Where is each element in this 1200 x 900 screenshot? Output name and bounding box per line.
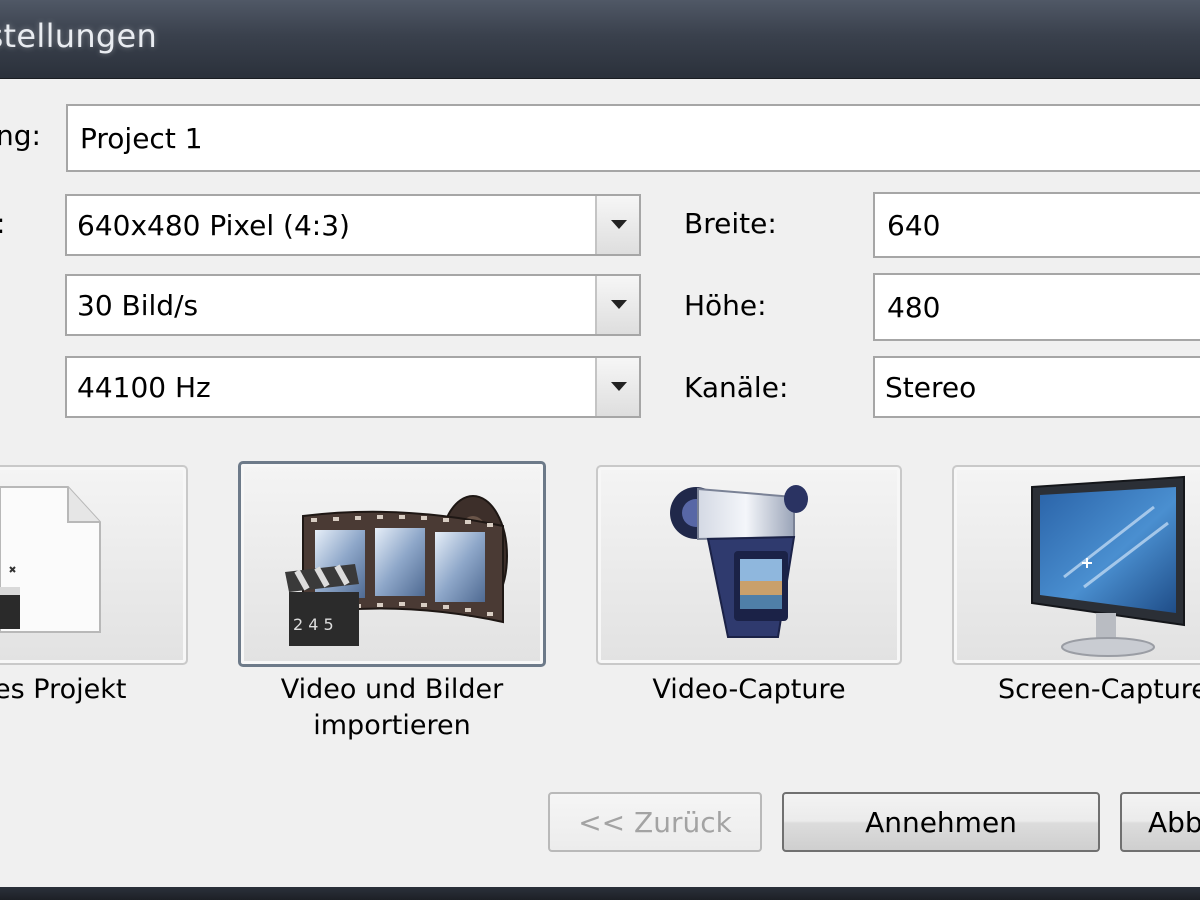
tile-screen-capture[interactable] (952, 465, 1200, 665)
title-bar[interactable]: nstellungen (0, 0, 1200, 79)
tile-import-caption-line2: importieren (313, 710, 471, 741)
monitor-icon (1031, 475, 1185, 657)
tile-screen-capture-caption: Screen-Capture (998, 674, 1200, 705)
tile-video-capture-caption: Video-Capture (652, 674, 846, 705)
cancel-button[interactable]: Abb (1120, 792, 1200, 852)
back-button[interactable]: << Zurück (548, 792, 762, 852)
framerate-value: 30 Bild/s (77, 288, 199, 322)
chevron-down-icon[interactable] (595, 276, 639, 334)
chevron-down-icon[interactable] (595, 196, 639, 254)
tile-new-project[interactable] (0, 465, 188, 665)
chevron-down-icon[interactable] (595, 358, 639, 416)
document-icon (0, 486, 101, 633)
width-input[interactable]: 640 (873, 192, 1200, 258)
height-label: Höhe: (684, 289, 767, 322)
dialog-body: ng: Project 1 : 640x480 Pixel (4:3) Brei… (0, 79, 1200, 887)
resolution-select[interactable]: 640x480 Pixel (4:3) (65, 194, 641, 256)
tile-import-caption-line1: Video und Bilder (280, 674, 504, 705)
channels-select[interactable]: Stereo (873, 356, 1200, 418)
tile-import-video-images[interactable]: 2 4 5 (238, 461, 546, 667)
window-title: nstellungen (0, 17, 158, 55)
svg-text:2 4 5: 2 4 5 (293, 615, 334, 634)
accept-button[interactable]: Annehmen (782, 792, 1100, 852)
tile-new-project-caption: es Projekt (0, 674, 127, 705)
project-name-label: ng: (0, 119, 41, 152)
channels-value: Stereo (885, 370, 977, 404)
window-bottom-frame (0, 887, 1200, 900)
resolution-label: : (0, 207, 5, 240)
film-strip-icon: 2 4 5 (285, 495, 508, 646)
channels-label: Kanäle: (684, 371, 789, 404)
settings-dialog: nstellungen ng: Project 1 : 640x480 Pixe… (0, 0, 1200, 900)
framerate-select[interactable]: 30 Bild/s (65, 274, 641, 336)
samplerate-value: 44100 Hz (77, 370, 211, 404)
project-name-input[interactable]: Project 1 (66, 104, 1200, 172)
tile-import-caption: Video und Bilder importieren (238, 672, 546, 744)
width-label: Breite: (684, 207, 777, 240)
height-input[interactable]: 480 (873, 273, 1200, 341)
camcorder-icon (670, 485, 808, 638)
tile-video-capture[interactable] (596, 465, 902, 665)
samplerate-select[interactable]: 44100 Hz (65, 356, 641, 418)
resolution-value: 640x480 Pixel (4:3) (77, 208, 350, 242)
